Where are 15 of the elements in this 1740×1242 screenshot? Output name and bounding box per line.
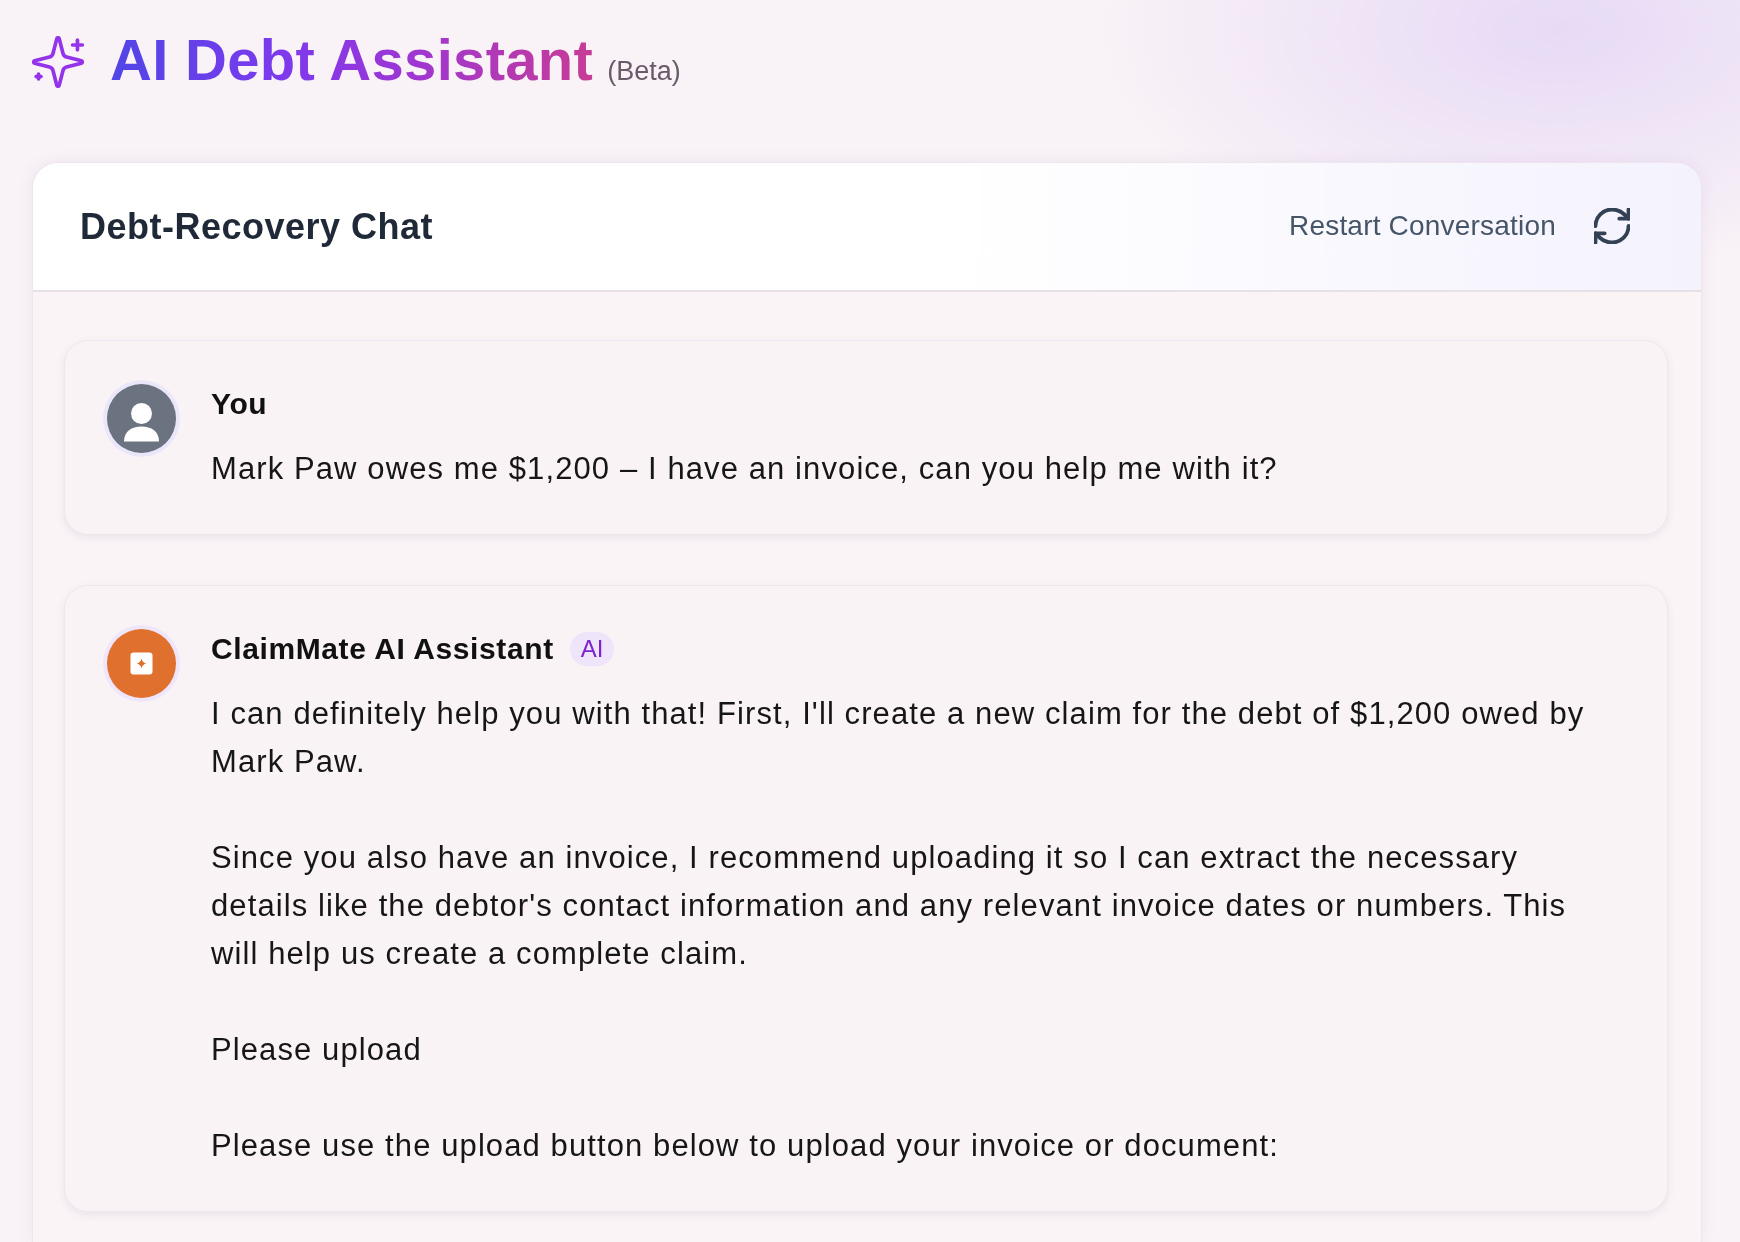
refresh-icon <box>1594 208 1630 245</box>
sender-name: You <box>211 385 268 422</box>
message-text: Since you also have an invoice, I recommend uploading it so I can extract the necessary details like the debtor's contact information and any relevant invoice dates or numbers. This will help us create a complete claim. <box>211 838 1568 973</box>
sender-name: ClaimMate AI Assistant <box>211 630 554 667</box>
restart-button[interactable]: Restart Conversation <box>1289 205 1630 248</box>
beta-label: (Beta) <box>607 54 681 88</box>
sparkle-avatar-icon <box>103 624 180 702</box>
message-text: I can definitely help you with that! First, I'll create a new claim for the debt of $1,200 owed by Mark Paw. <box>211 694 1586 781</box>
message-text: Please use the upload button below to upload your invoice or document: <box>211 1126 1280 1165</box>
message-text: Please upload <box>211 1030 423 1069</box>
sender-tag: AI <box>569 631 615 666</box>
sparkles-icon <box>32 35 84 88</box>
message-text: Mark Paw owes me $1,200 – I have an invoice, can you help me with it? <box>211 449 1279 488</box>
chat-title: Debt-Recovery Chat <box>80 204 434 248</box>
person-avatar-icon <box>103 379 180 457</box>
